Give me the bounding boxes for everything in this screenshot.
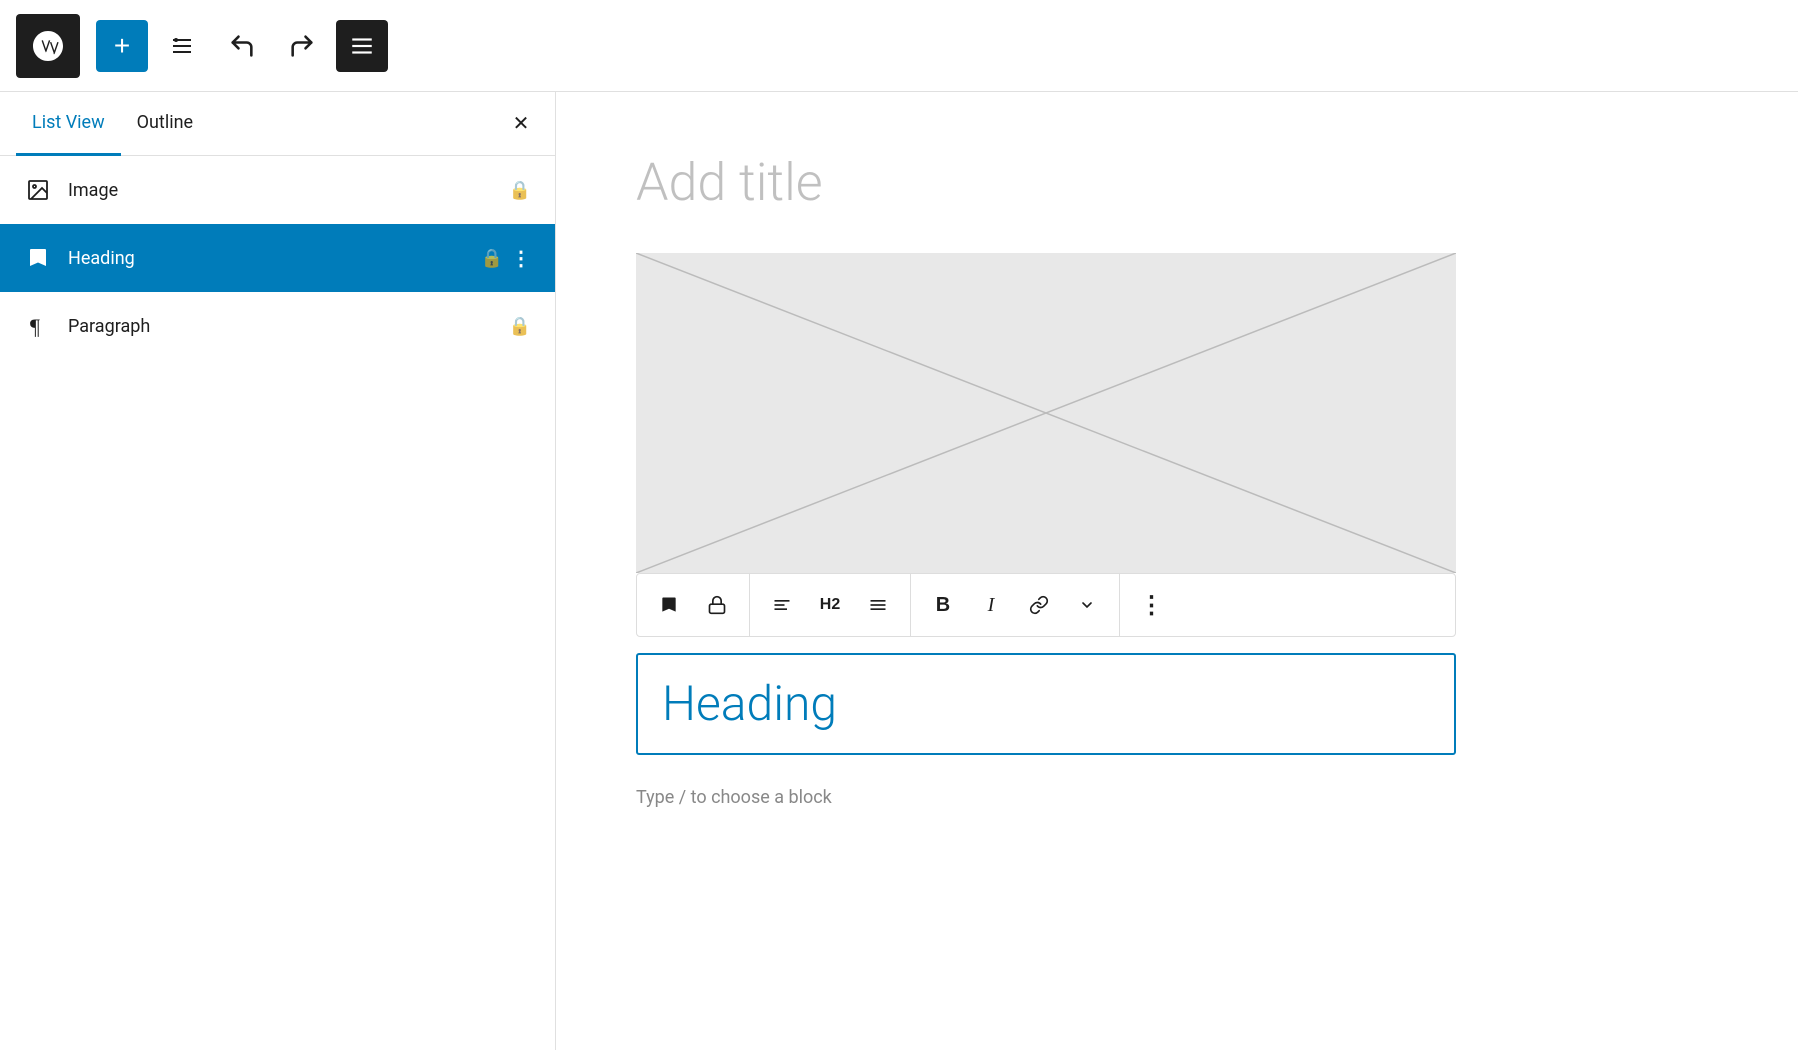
heading-content[interactable]: Heading xyxy=(662,675,1430,733)
image-lock-icon: 🔒 xyxy=(509,180,531,201)
heading-block-icon xyxy=(24,244,52,272)
paragraph-block-actions: 🔒 xyxy=(509,316,531,337)
list-item-paragraph[interactable]: ¶ Paragraph 🔒 xyxy=(0,292,555,360)
heading-block[interactable]: Heading xyxy=(636,653,1456,755)
image-block-icon xyxy=(24,176,52,204)
image-block-label: Image xyxy=(68,180,493,201)
toolbar-bold-button[interactable]: B xyxy=(919,581,967,629)
heading-block-actions: 🔒 ⋮ xyxy=(481,246,531,270)
editor-area: Add title xyxy=(556,92,1798,1050)
toolbar-group-formatting: B I xyxy=(911,574,1120,636)
panel-tabs: List View Outline ✕ xyxy=(0,92,555,156)
toolbar-group-block-type xyxy=(637,574,750,636)
toolbar-chevron-button[interactable] xyxy=(1063,581,1111,629)
add-block-button[interactable]: + xyxy=(96,20,148,72)
wordpress-logo[interactable] xyxy=(16,14,80,78)
paragraph-lock-icon: 🔒 xyxy=(509,316,531,337)
toolbar-group-heading-options: H2 xyxy=(750,574,911,636)
document-overview-button[interactable] xyxy=(336,20,388,72)
tab-list-view[interactable]: List View xyxy=(16,92,121,156)
left-panel: List View Outline ✕ Image 🔒 xyxy=(0,92,556,1050)
tab-outline[interactable]: Outline xyxy=(121,92,209,156)
toolbar-italic-button[interactable]: I xyxy=(967,581,1015,629)
heading-more-icon[interactable]: ⋮ xyxy=(511,246,531,270)
image-block-actions: 🔒 xyxy=(509,180,531,201)
paragraph-hint: Type / to choose a block xyxy=(636,787,832,808)
list-item-image[interactable]: Image 🔒 xyxy=(0,156,555,224)
image-placeholder-block[interactable] xyxy=(636,253,1456,573)
toolbar-bookmark-button[interactable] xyxy=(645,581,693,629)
top-toolbar: + xyxy=(0,0,1798,92)
list-item-heading[interactable]: Heading 🔒 ⋮ xyxy=(0,224,555,292)
toolbar-lock-button[interactable] xyxy=(693,581,741,629)
heading-block-label: Heading xyxy=(68,248,465,269)
heading-lock-icon: 🔒 xyxy=(481,248,503,269)
toolbar-align-button[interactable] xyxy=(758,581,806,629)
close-panel-button[interactable]: ✕ xyxy=(503,106,539,142)
tools-button[interactable] xyxy=(156,20,208,72)
svg-text:¶: ¶ xyxy=(30,314,40,338)
paragraph-block-label: Paragraph xyxy=(68,316,493,337)
main-area: List View Outline ✕ Image 🔒 xyxy=(0,92,1798,1050)
post-title[interactable]: Add title xyxy=(636,152,1456,213)
toolbar-h2-button[interactable]: H2 xyxy=(806,581,854,629)
paragraph-block-icon: ¶ xyxy=(24,312,52,340)
redo-button[interactable] xyxy=(276,20,328,72)
toolbar-group-more: ⋮ xyxy=(1120,574,1184,636)
toolbar-text-align-button[interactable] xyxy=(854,581,902,629)
block-toolbar: H2 B I xyxy=(636,573,1456,637)
toolbar-more-button[interactable]: ⋮ xyxy=(1128,581,1176,629)
undo-button[interactable] xyxy=(216,20,268,72)
toolbar-link-button[interactable] xyxy=(1015,581,1063,629)
